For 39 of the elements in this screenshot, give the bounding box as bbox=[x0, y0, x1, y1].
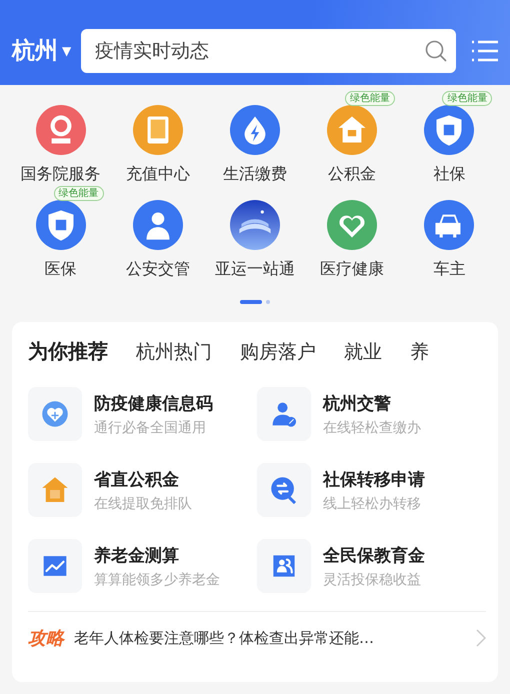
service-item[interactable]: 医疗健康 bbox=[304, 185, 401, 280]
category-tab[interactable]: 杭州热门 bbox=[136, 338, 212, 365]
service-item[interactable]: 充值中心 bbox=[109, 90, 206, 185]
service-item[interactable]: 车主 bbox=[400, 185, 498, 280]
camera-icon bbox=[36, 105, 86, 155]
recommend-item[interactable]: 养老金测算 算算能领多少养老金 bbox=[28, 539, 257, 593]
energy-badge: 绿色能量 bbox=[345, 91, 396, 106]
recommend-item[interactable]: 社保转移申请 线上轻松办转移 bbox=[257, 463, 486, 517]
service-item[interactable]: 亚运一站通 bbox=[206, 185, 304, 280]
car-icon bbox=[424, 200, 474, 250]
recommend-item[interactable]: 省直公积金 在线提取免排队 bbox=[28, 463, 257, 517]
bolt-icon bbox=[230, 105, 280, 155]
wave-icon bbox=[230, 200, 280, 250]
service-item[interactable]: 国务院服务 bbox=[12, 90, 110, 185]
house-icon bbox=[327, 105, 378, 155]
category-tab[interactable]: 购房落户 bbox=[240, 338, 316, 365]
search-field[interactable]: 疫情实时动态 bbox=[81, 28, 456, 72]
category-tab[interactable]: 为你推荐 bbox=[28, 338, 108, 365]
service-item[interactable]: 绿色能量 医保 bbox=[12, 185, 110, 280]
guide-link[interactable]: 攻略 老年人体检要注意哪些？体检查出异常还能… bbox=[28, 611, 486, 650]
energy-badge: 绿色能量 bbox=[442, 91, 492, 106]
shield-icon bbox=[424, 105, 474, 155]
category-tab[interactable]: 养 bbox=[410, 338, 429, 365]
service-item[interactable]: 生活缴费 bbox=[206, 90, 304, 185]
recommend-item[interactable]: 杭州交警 在线轻松查缴办 bbox=[257, 387, 486, 441]
energy-badge: 绿色能量 bbox=[54, 186, 104, 201]
recommend-item[interactable]: 防疫健康信息码 通行必备全国通用 bbox=[28, 387, 257, 441]
service-item[interactable]: 公安交管 bbox=[109, 185, 206, 280]
service-item[interactable]: 绿色能量 公积金 bbox=[304, 90, 401, 185]
phone-icon bbox=[132, 105, 183, 155]
officer-icon bbox=[132, 200, 183, 250]
menu-icon[interactable] bbox=[472, 40, 498, 62]
service-item[interactable]: 绿色能量 社保 bbox=[400, 90, 498, 185]
recommend-item[interactable]: 全民保教育金 灵活投保稳收益 bbox=[257, 539, 486, 593]
category-tab[interactable]: 就业 bbox=[344, 338, 382, 365]
shield-icon bbox=[36, 200, 86, 250]
city-selector[interactable]: 杭州 ▼ bbox=[12, 35, 72, 66]
chevron-right-icon bbox=[476, 629, 486, 647]
search-icon[interactable] bbox=[424, 38, 448, 62]
